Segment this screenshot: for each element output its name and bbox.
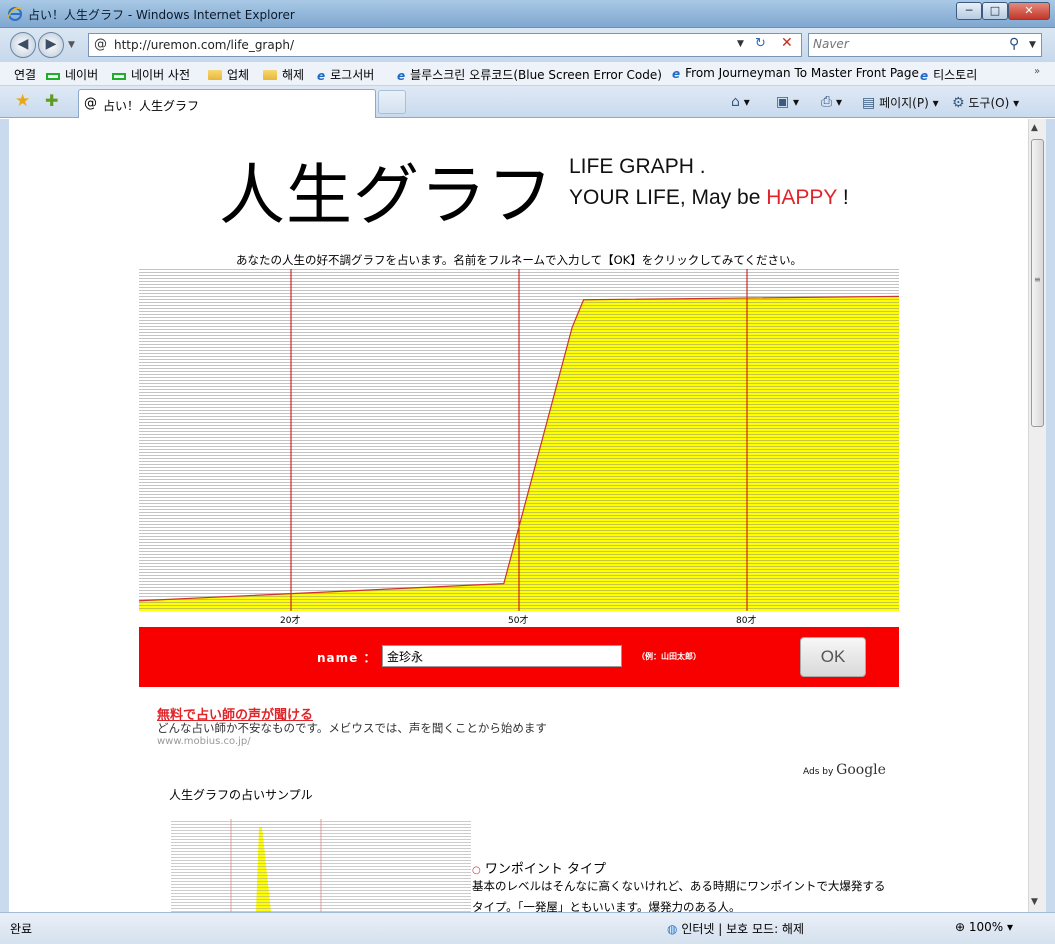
link-folder-business[interactable]: 업체 xyxy=(208,66,249,83)
name-label: name ： xyxy=(317,651,377,665)
zoom-level[interactable]: ⊕ 100% ▾ xyxy=(955,920,1013,934)
printer-icon: ⎙ xyxy=(821,94,833,110)
sample-description: タイプ。「一発屋」ともいいます。爆発力のある人。 xyxy=(472,900,741,912)
example-text: （例：山田太郎） xyxy=(637,652,701,661)
link-bluescreen[interactable]: e 블루스크린 오류코드(Blue Screen Error Code) xyxy=(397,66,662,83)
life-graph-chart xyxy=(139,269,899,611)
refresh-icon[interactable]: ↻ xyxy=(755,36,766,51)
address-bar: ◀ ▶ ▼ @ http://uremon.com/life_graph/ ▼ … xyxy=(0,28,1055,62)
link-naver-dict[interactable]: 네이버 사전 xyxy=(112,66,190,83)
search-input[interactable] xyxy=(813,37,1003,51)
title-bar: 占い！人生グラフ - Windows Internet Explorer ─ □… xyxy=(0,0,1055,28)
rss-icon: ▣ xyxy=(776,94,790,110)
favorites-star-icon[interactable]: ★ xyxy=(15,91,30,111)
page-icon: @ xyxy=(84,96,97,111)
link-naver[interactable]: 네이버 xyxy=(46,66,98,83)
add-favorite-icon[interactable]: ✚ xyxy=(45,91,58,110)
ad-description: どんな占い師か不安なものです。メビウスでは、声を聞くことから始めます xyxy=(157,721,547,735)
link-log-server[interactable]: e 로그서버 xyxy=(317,66,374,83)
tab-life-graph[interactable]: @ 占い！人生グラフ xyxy=(78,89,376,118)
search-icon[interactable]: ⚲ xyxy=(1009,36,1019,52)
x-tick-label: 20才 xyxy=(280,616,301,626)
x-tick-label: 50才 xyxy=(508,616,529,626)
feeds-button[interactable]: ▣ ▾ xyxy=(776,94,799,110)
link-folder-release[interactable]: 해제 xyxy=(263,66,304,83)
minimize-button[interactable]: ─ xyxy=(956,2,982,20)
name-form-bar: name ： （例：山田太郎） OK xyxy=(139,627,899,687)
green-box-icon xyxy=(46,73,60,80)
links-bar: 연결 네이버 네이버 사전 업체 해제 e 로그서버 e 블루스크린 오류코드(Bl… xyxy=(0,62,1055,86)
tab-bar: ★ ✚ @ 占い！人生グラフ ⌂ ▾ ▣ ▾ ⎙ ▾ ▤ 페이지(P) ▾ ⚙ … xyxy=(0,86,1055,118)
url-field[interactable]: @ http://uremon.com/life_graph/ ▼ ↻ ✕ xyxy=(88,33,802,57)
links-more-icon[interactable]: » xyxy=(1034,66,1040,77)
page-title: 人生グラフ xyxy=(219,157,554,234)
hero-subtitle-1: LIFE GRAPH . xyxy=(569,155,706,178)
maximize-button[interactable]: □ xyxy=(982,2,1008,20)
history-dropdown-icon[interactable]: ▼ xyxy=(68,40,75,50)
ie-icon: e xyxy=(397,69,406,83)
url-dropdown-icon[interactable]: ▼ xyxy=(737,39,744,49)
gear-icon: ⚙ xyxy=(952,95,965,111)
frame-border-left xyxy=(0,119,9,912)
close-button[interactable]: ✕ xyxy=(1008,2,1050,20)
status-text: 완료 xyxy=(10,922,33,936)
new-tab-button[interactable] xyxy=(378,90,406,114)
home-button[interactable]: ⌂ ▾ xyxy=(731,94,750,110)
zoom-icon: ⊕ xyxy=(955,920,966,934)
page-icon: @ xyxy=(94,37,107,52)
security-zone[interactable]: ◍ 인터넷 | 보호 모드: 해제 xyxy=(667,920,804,937)
tools-menu[interactable]: ⚙ 도구(O) ▾ xyxy=(952,94,1019,111)
link-tistory[interactable]: e 티스토리 xyxy=(920,66,977,83)
page-content: 人生グラフ LIFE GRAPH . YOUR LIFE, May be HAP… xyxy=(9,119,1028,912)
sample-section-title: 人生グラフの占いサンプル xyxy=(169,788,313,802)
forward-arrow-icon: ▶ xyxy=(45,36,57,52)
sample-graph-chart xyxy=(171,819,471,912)
folder-icon xyxy=(208,70,222,80)
circle-bullet-icon: ○ xyxy=(472,865,481,876)
url-text[interactable]: http://uremon.com/life_graph/ xyxy=(114,38,294,52)
happy-word: HAPPY xyxy=(766,186,838,209)
back-button[interactable]: ◀ xyxy=(10,32,36,58)
hero-subtitle-2: YOUR LIFE, May be HAPPY ! xyxy=(569,186,849,209)
vertical-scrollbar[interactable]: ▲ ≡ ▼ xyxy=(1028,119,1046,912)
scroll-up-icon[interactable]: ▲ xyxy=(1031,123,1038,133)
link-journeyman[interactable]: e From Journeyman To Master Front Page xyxy=(672,66,919,81)
home-icon: ⌂ xyxy=(731,94,740,110)
page-menu-icon: ▤ xyxy=(862,95,876,111)
window-title: 占い！人生グラフ - Windows Internet Explorer xyxy=(28,8,295,22)
search-box[interactable]: ⚲ ▼ xyxy=(808,33,1042,57)
search-dropdown-icon[interactable]: ▼ xyxy=(1029,40,1036,50)
globe-icon: ◍ xyxy=(667,922,678,936)
name-input[interactable] xyxy=(382,645,622,667)
intro-text: あなたの人生の好不調グラフを占います。名前をフルネームで入力して【OK】をクリッ… xyxy=(235,253,803,267)
ok-button[interactable]: OK xyxy=(800,637,866,677)
back-arrow-icon: ◀ xyxy=(17,36,29,52)
status-bar: 완료 ◍ 인터넷 | 보호 모드: 해제 ⊕ 100% ▾ xyxy=(0,912,1055,944)
scroll-down-icon[interactable]: ▼ xyxy=(1031,897,1038,907)
ads-by-google[interactable]: Ads by Google xyxy=(803,762,886,778)
ad-url[interactable]: www.mobius.co.jp/ xyxy=(157,736,251,747)
folder-icon xyxy=(263,70,277,80)
sample-type-heading: ○ ワンポイント タイプ xyxy=(472,862,607,877)
page-menu[interactable]: ▤ 페이지(P) ▾ xyxy=(862,94,939,111)
stop-icon[interactable]: ✕ xyxy=(781,35,793,51)
links-label: 연결 xyxy=(14,68,37,82)
x-tick-label: 80才 xyxy=(736,616,757,626)
ie-icon: e xyxy=(317,69,326,83)
green-box-icon xyxy=(112,73,126,80)
ie-logo-icon xyxy=(7,6,23,22)
google-logo: Google xyxy=(836,762,886,778)
forward-button[interactable]: ▶ xyxy=(38,32,64,58)
sample-description: 基本のレベルはそんなに高くないけれど、ある時期にワンポイントで大爆発する xyxy=(472,879,886,893)
ie-icon: e xyxy=(672,67,681,81)
ie-icon: e xyxy=(920,69,929,83)
grip-icon: ≡ xyxy=(1034,275,1041,284)
print-button[interactable]: ⎙ ▾ xyxy=(821,94,842,110)
scroll-thumb[interactable]: ≡ xyxy=(1031,139,1044,427)
frame-border-right xyxy=(1046,119,1055,912)
tab-label: 占い！人生グラフ xyxy=(103,99,200,113)
